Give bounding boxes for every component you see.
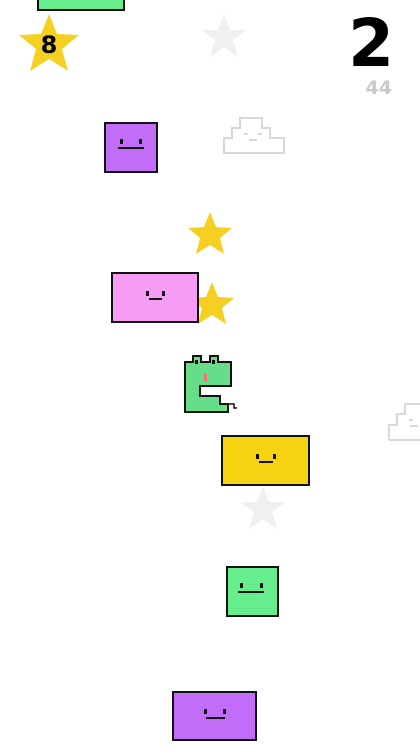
star-counter: 8 bbox=[16, 12, 82, 78]
pixel-cloud-icon bbox=[223, 117, 285, 154]
player-snake[interactable] bbox=[184, 355, 237, 413]
current-score: 2 bbox=[348, 5, 394, 82]
game-stage[interactable]: 8 2 44 bbox=[0, 0, 420, 750]
block-green bbox=[226, 566, 279, 617]
game-scene bbox=[37, 0, 420, 741]
ghost-star-icon bbox=[240, 486, 286, 529]
ghost-star-icon bbox=[201, 14, 247, 57]
block-purple bbox=[104, 122, 158, 173]
star-icon bbox=[188, 212, 232, 254]
block-pink bbox=[111, 272, 199, 323]
pixel-cloud-icon bbox=[388, 403, 420, 441]
best-score: 44 bbox=[365, 77, 392, 99]
star-count-label: 8 bbox=[40, 31, 58, 59]
block-green bbox=[37, 0, 125, 11]
block-purple bbox=[172, 691, 257, 741]
block-yellow bbox=[221, 435, 310, 486]
